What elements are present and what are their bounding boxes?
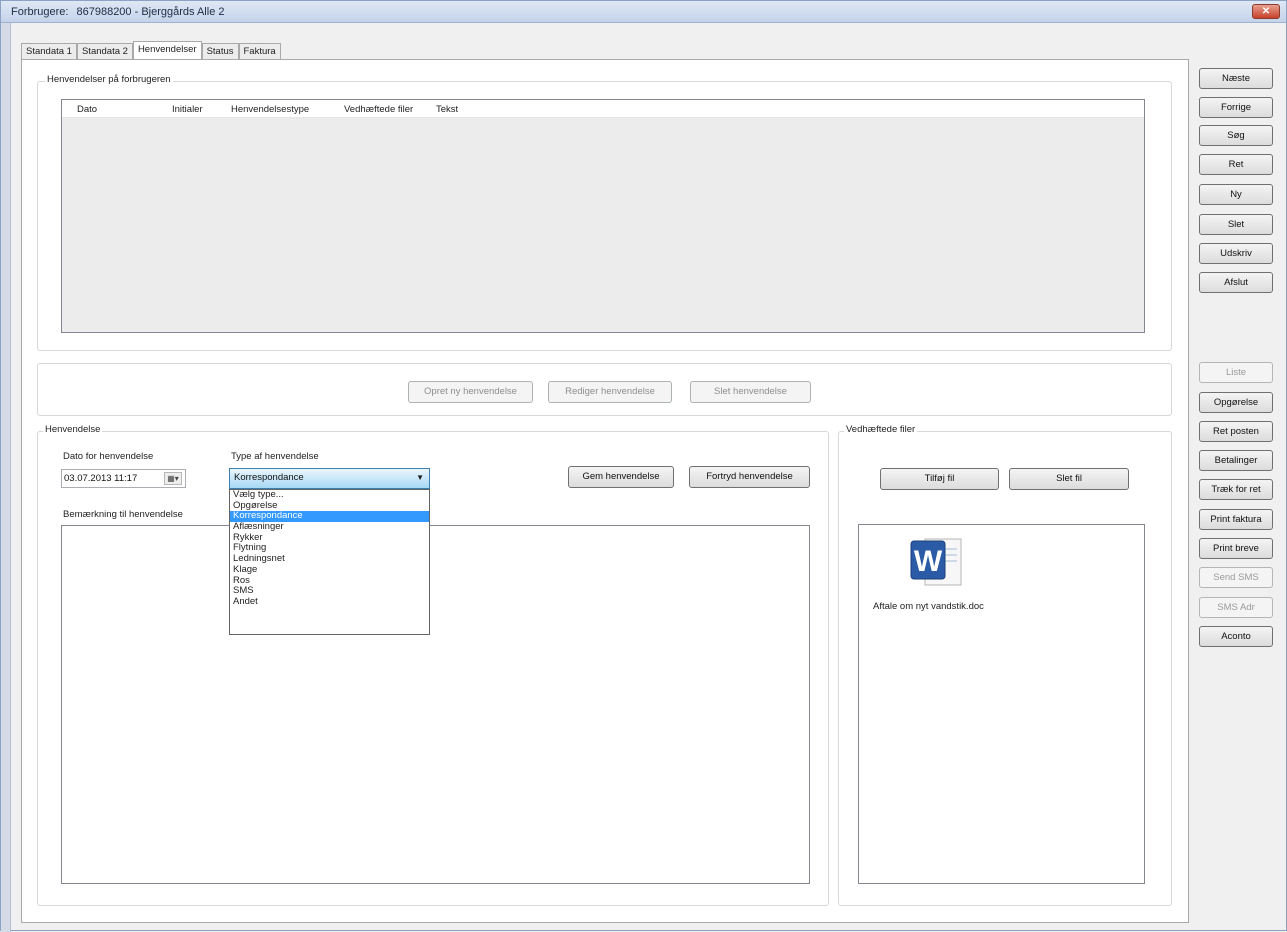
opgoerelse-button[interactable]: Opgørelse: [1199, 392, 1273, 413]
tab-status[interactable]: Status: [201, 43, 239, 60]
attached-files-list[interactable]: W Aftale om nyt vandstik.doc: [858, 524, 1145, 884]
type-select-value: Korrespondance: [234, 472, 304, 483]
save-henvendelse-button[interactable]: Gem henvendelse: [568, 466, 674, 488]
window-subtitle: 867988200 - Bjerggårds Alle 2: [76, 6, 225, 18]
application-window: Forbrugere: 867988200 - Bjerggårds Alle 2…: [0, 0, 1287, 932]
svg-text:W: W: [914, 545, 943, 578]
traek-for-ret-button[interactable]: Træk for ret: [1199, 479, 1273, 500]
column-initialer[interactable]: Initialer: [172, 104, 203, 115]
list-button[interactable]: Liste: [1199, 362, 1273, 383]
delete-file-button[interactable]: Slet fil: [1009, 468, 1129, 490]
add-file-button[interactable]: Tilføj fil: [880, 468, 999, 490]
print-faktura-button[interactable]: Print faktura: [1199, 509, 1273, 530]
tab-standata-2[interactable]: Standata 2: [76, 43, 133, 60]
date-value: 03.07.2013 11:17: [64, 473, 138, 484]
type-option[interactable]: Klage: [230, 564, 429, 576]
edit-henvendelse-button[interactable]: Rediger henvendelse: [548, 381, 672, 403]
type-option[interactable]: Andet: [230, 596, 429, 608]
date-field[interactable]: 03.07.2013 11:17 ▦▾: [61, 469, 186, 488]
close-form-button[interactable]: Afslut: [1199, 272, 1273, 293]
type-dropdown-list[interactable]: Vælg type... Opgørelse Korrespondance Af…: [229, 489, 430, 635]
word-document-icon[interactable]: W: [907, 533, 967, 591]
left-frame-edge: [1, 23, 11, 932]
tab-faktura[interactable]: Faktura: [238, 43, 281, 60]
tab-bar: Standata 1 Standata 2 Henvendelser Statu…: [21, 41, 281, 60]
ret-posten-button[interactable]: Ret posten: [1199, 421, 1273, 442]
column-dato[interactable]: Dato: [77, 104, 97, 115]
sms-adr-button[interactable]: SMS Adr: [1199, 597, 1273, 618]
delete-button[interactable]: Slet: [1199, 214, 1273, 235]
column-tekst[interactable]: Tekst: [436, 104, 458, 115]
create-henvendelse-button[interactable]: Opret ny henvendelse: [408, 381, 533, 403]
aconto-button[interactable]: Aconto: [1199, 626, 1273, 647]
files-group-label: Vedhæftede filer: [844, 424, 918, 435]
print-button[interactable]: Udskriv: [1199, 243, 1273, 264]
edit-button[interactable]: Ret: [1199, 154, 1273, 175]
tab-standata-1[interactable]: Standata 1: [21, 43, 77, 60]
column-henvendelsestype[interactable]: Henvendelsestype: [231, 104, 309, 115]
henvendelser-group-label: Henvendelser på forbrugeren: [45, 74, 173, 85]
next-button[interactable]: Næste: [1199, 68, 1273, 89]
type-option[interactable]: Ledningsnet: [230, 553, 429, 565]
search-button[interactable]: Søg: [1199, 125, 1273, 146]
title-bar: Forbrugere: 867988200 - Bjerggårds Alle 2…: [1, 1, 1286, 23]
type-select[interactable]: Korrespondance ▼: [229, 468, 430, 489]
remark-textarea[interactable]: [61, 525, 810, 884]
delete-henvendelse-button[interactable]: Slet henvendelse: [690, 381, 811, 403]
window-title: Forbrugere: 867988200 - Bjerggårds Alle 2: [11, 6, 224, 18]
column-vedhaeftede-filer[interactable]: Vedhæftede filer: [344, 104, 413, 115]
type-option[interactable]: SMS: [230, 585, 429, 597]
remark-label: Bemærkning til henvendelse: [63, 509, 183, 520]
tab-henvendelser[interactable]: Henvendelser: [132, 41, 202, 60]
send-sms-button[interactable]: Send SMS: [1199, 567, 1273, 588]
print-breve-button[interactable]: Print breve: [1199, 538, 1273, 559]
chevron-down-icon: ▼: [416, 473, 424, 482]
previous-button[interactable]: Forrige: [1199, 97, 1273, 118]
henvendelser-list[interactable]: Dato Initialer Henvendelsestype Vedhæfte…: [61, 99, 1145, 333]
window-title-label: Forbrugere:: [11, 6, 69, 18]
new-button[interactable]: Ny: [1199, 184, 1273, 205]
betalinger-button[interactable]: Betalinger: [1199, 450, 1273, 471]
cancel-henvendelse-button[interactable]: Fortryd henvendelse: [689, 466, 810, 488]
close-button[interactable]: ✕: [1252, 4, 1280, 19]
calendar-dropdown-icon[interactable]: ▦▾: [164, 472, 182, 485]
henvendelse-group-label: Henvendelse: [43, 424, 103, 435]
type-label: Type af henvendelse: [231, 451, 319, 462]
file-name[interactable]: Aftale om nyt vandstik.doc: [873, 601, 984, 612]
list-header: Dato Initialer Henvendelsestype Vedhæfte…: [62, 100, 1144, 118]
date-label: Dato for henvendelse: [63, 451, 154, 462]
type-option[interactable]: Ros: [230, 575, 429, 587]
